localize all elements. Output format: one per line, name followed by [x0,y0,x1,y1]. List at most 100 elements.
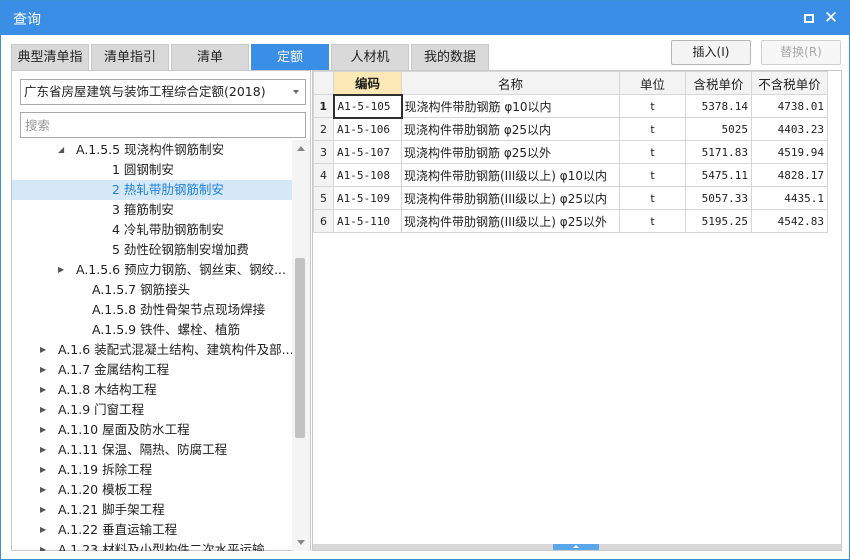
cell-name[interactable]: 现浇构件带肋钢筋 φ25以外 [401,140,620,164]
cell-price-tax[interactable]: 5171.83 [685,140,752,164]
table-row[interactable]: 4 A1-5-108 现浇构件带肋钢筋(III级以上) φ10以内 t 5475.11 4… [313,163,828,187]
table-row[interactable]: 6 A1-5-110 现浇构件带肋钢筋(III级以上) φ25以外 t 5195.25 4… [313,209,828,233]
cell-price-notax[interactable]: 4403.23 [751,117,828,141]
cell-code[interactable]: A1-5-110 [333,209,402,233]
cell-unit[interactable]: t [619,140,686,164]
row-number[interactable]: 4 [313,163,334,187]
table-row[interactable]: 1 A1-5-105 现浇构件带肋钢筋 φ10以内 t 5378.14 4738.01 [313,93,828,119]
cell-price-tax[interactable]: 5378.14 [685,94,752,118]
scroll-grip[interactable] [553,544,599,550]
cell-name[interactable]: 现浇构件带肋钢筋 φ25以内 [401,117,620,141]
tree-item[interactable]: ▶ A.1.8 木结构工程 [12,380,292,400]
expand-icon[interactable]: ▶ [40,360,50,380]
tree-item[interactable]: ▶ A.1.19 拆除工程 [12,460,292,480]
col-price-notax[interactable]: 不含税单价 [751,71,828,95]
cell-code[interactable]: A1-5-106 [333,117,402,141]
expand-icon[interactable]: ▶ [40,420,50,440]
row-number[interactable]: 5 [313,186,334,210]
close-icon[interactable]: ✕ [823,10,839,27]
tree-item[interactable]: ▶ A.1.9 门窗工程 [12,400,292,420]
expand-icon[interactable]: ▶ [40,520,50,540]
tree-item[interactable]: 3 箍筋制安 [12,200,292,220]
expand-icon[interactable]: ▶ [58,260,68,280]
tree-item[interactable]: ◢ A.1.5.5 现浇构件钢筋制安 [12,140,292,160]
tree-item[interactable]: ▶ A.1.7 金属结构工程 [12,360,292,380]
cell-code[interactable]: A1-5-107 [333,140,402,164]
replace-button[interactable]: 替换(R) [761,40,841,65]
tree-item[interactable]: ▶ A.1.6 装配式混凝土结构、建筑构件及部... [12,340,292,360]
expand-icon[interactable]: ▶ [40,400,50,420]
cell-code[interactable]: A1-5-108 [333,163,402,187]
cell-name[interactable]: 现浇构件带肋钢筋(III级以上) φ10以内 [401,163,620,187]
row-number[interactable]: 2 [313,117,334,141]
row-number[interactable]: 1 [313,94,334,118]
scroll-up-icon[interactable] [297,146,305,151]
tree-item[interactable]: ▶ A.1.23 材料及小型构件二次水平运输 [12,540,292,551]
tab-my-data[interactable]: 我的数据 [411,44,489,70]
table-row[interactable]: 3 A1-5-107 现浇构件带肋钢筋 φ25以外 t 5171.83 4519.94 [313,140,828,164]
tree-item[interactable]: A.1.5.7 钢筋接头 [12,280,292,300]
tree-item[interactable]: ▶ A.1.10 屋面及防水工程 [12,420,292,440]
tree-item[interactable]: ▶ A.1.5.6 预应力钢筋、钢丝束、钢绞... [12,260,292,280]
table-row[interactable]: 2 A1-5-106 现浇构件带肋钢筋 φ25以内 t 5025 4403.23 [313,117,828,141]
tree-item[interactable]: A.1.5.9 铁件、螺栓、植筋 [12,320,292,340]
cell-unit[interactable]: t [619,94,686,118]
row-number[interactable]: 6 [313,209,334,233]
expand-icon[interactable]: ▶ [40,540,50,551]
expand-icon[interactable]: ▶ [40,460,50,480]
expand-icon[interactable]: ▶ [40,380,50,400]
cell-code[interactable]: A1-5-105 [332,93,403,119]
tab-bill[interactable]: 清单 [171,44,249,70]
cell-price-tax[interactable]: 5025 [685,117,752,141]
grid-hscrollbar[interactable] [313,544,841,550]
quota-table: 编码 名称 单位 含税单价 不含税单价 1 A1-5-105 现浇构件带肋钢筋 φ1… [313,71,828,233]
col-name[interactable]: 名称 [401,71,620,95]
cell-price-notax[interactable]: 4828.17 [751,163,828,187]
cell-price-tax[interactable]: 5057.33 [685,186,752,210]
maximize-icon[interactable] [801,10,817,26]
cell-unit[interactable]: t [619,209,686,233]
tab-typical-bill-guide[interactable]: 典型清单指引 [11,44,89,91]
cell-price-tax[interactable]: 5195.25 [685,209,752,233]
col-unit[interactable]: 单位 [619,71,686,95]
cell-unit[interactable]: t [619,186,686,210]
collapse-icon[interactable]: ◢ [58,140,68,160]
tab-labor-material-machine[interactable]: 人材机 [331,44,409,70]
expand-icon[interactable]: ▶ [40,440,50,460]
cell-price-tax[interactable]: 5475.11 [685,163,752,187]
cell-price-notax[interactable]: 4519.94 [751,140,828,164]
tab-quota[interactable]: 定额 [251,44,329,70]
cell-name[interactable]: 现浇构件带肋钢筋 φ10以内 [401,94,620,118]
tree-item[interactable]: ▶ A.1.11 保温、隔热、防腐工程 [12,440,292,460]
col-code[interactable]: 编码 [333,71,402,95]
library-select[interactable]: 广东省房屋建筑与装饰工程综合定额(2018) [20,79,306,105]
cell-unit[interactable]: t [619,117,686,141]
scroll-thumb[interactable] [295,258,305,438]
expand-icon[interactable]: ▶ [40,500,50,520]
cell-name[interactable]: 现浇构件带肋钢筋(III级以上) φ25以外 [401,209,620,233]
tree-item[interactable]: ▶ A.1.21 脚手架工程 [12,500,292,520]
tree-item[interactable]: 5 劲性砼钢筋制安增加费 [12,240,292,260]
expand-icon[interactable]: ▶ [40,480,50,500]
scroll-down-icon[interactable] [297,540,305,545]
tab-bill-guide[interactable]: 清单指引 [91,44,169,70]
insert-button[interactable]: 插入(I) [671,40,751,65]
tree-item[interactable]: ▶ A.1.20 模板工程 [12,480,292,500]
expand-icon[interactable]: ▶ [40,340,50,360]
tree-item[interactable]: 4 冷轧带肋钢筋制安 [12,220,292,240]
cell-name[interactable]: 现浇构件带肋钢筋(III级以上) φ25以内 [401,186,620,210]
cell-code[interactable]: A1-5-109 [333,186,402,210]
cell-price-notax[interactable]: 4542.83 [751,209,828,233]
row-number[interactable]: 3 [313,140,334,164]
col-price-tax[interactable]: 含税单价 [685,71,752,95]
tree-scrollbar[interactable] [292,140,310,551]
tree-item[interactable]: 2 热轧带肋钢筋制安 [12,180,292,200]
search-input[interactable] [20,112,306,138]
table-row[interactable]: 5 A1-5-109 现浇构件带肋钢筋(III级以上) φ25以内 t 5057.33 4… [313,186,828,210]
cell-unit[interactable]: t [619,163,686,187]
tree-item[interactable]: ▶ A.1.22 垂直运输工程 [12,520,292,540]
cell-price-notax[interactable]: 4435.1 [751,186,828,210]
tree-item[interactable]: 1 圆钢制安 [12,160,292,180]
cell-price-notax[interactable]: 4738.01 [751,94,828,118]
tree-item[interactable]: A.1.5.8 劲性骨架节点现场焊接 [12,300,292,320]
